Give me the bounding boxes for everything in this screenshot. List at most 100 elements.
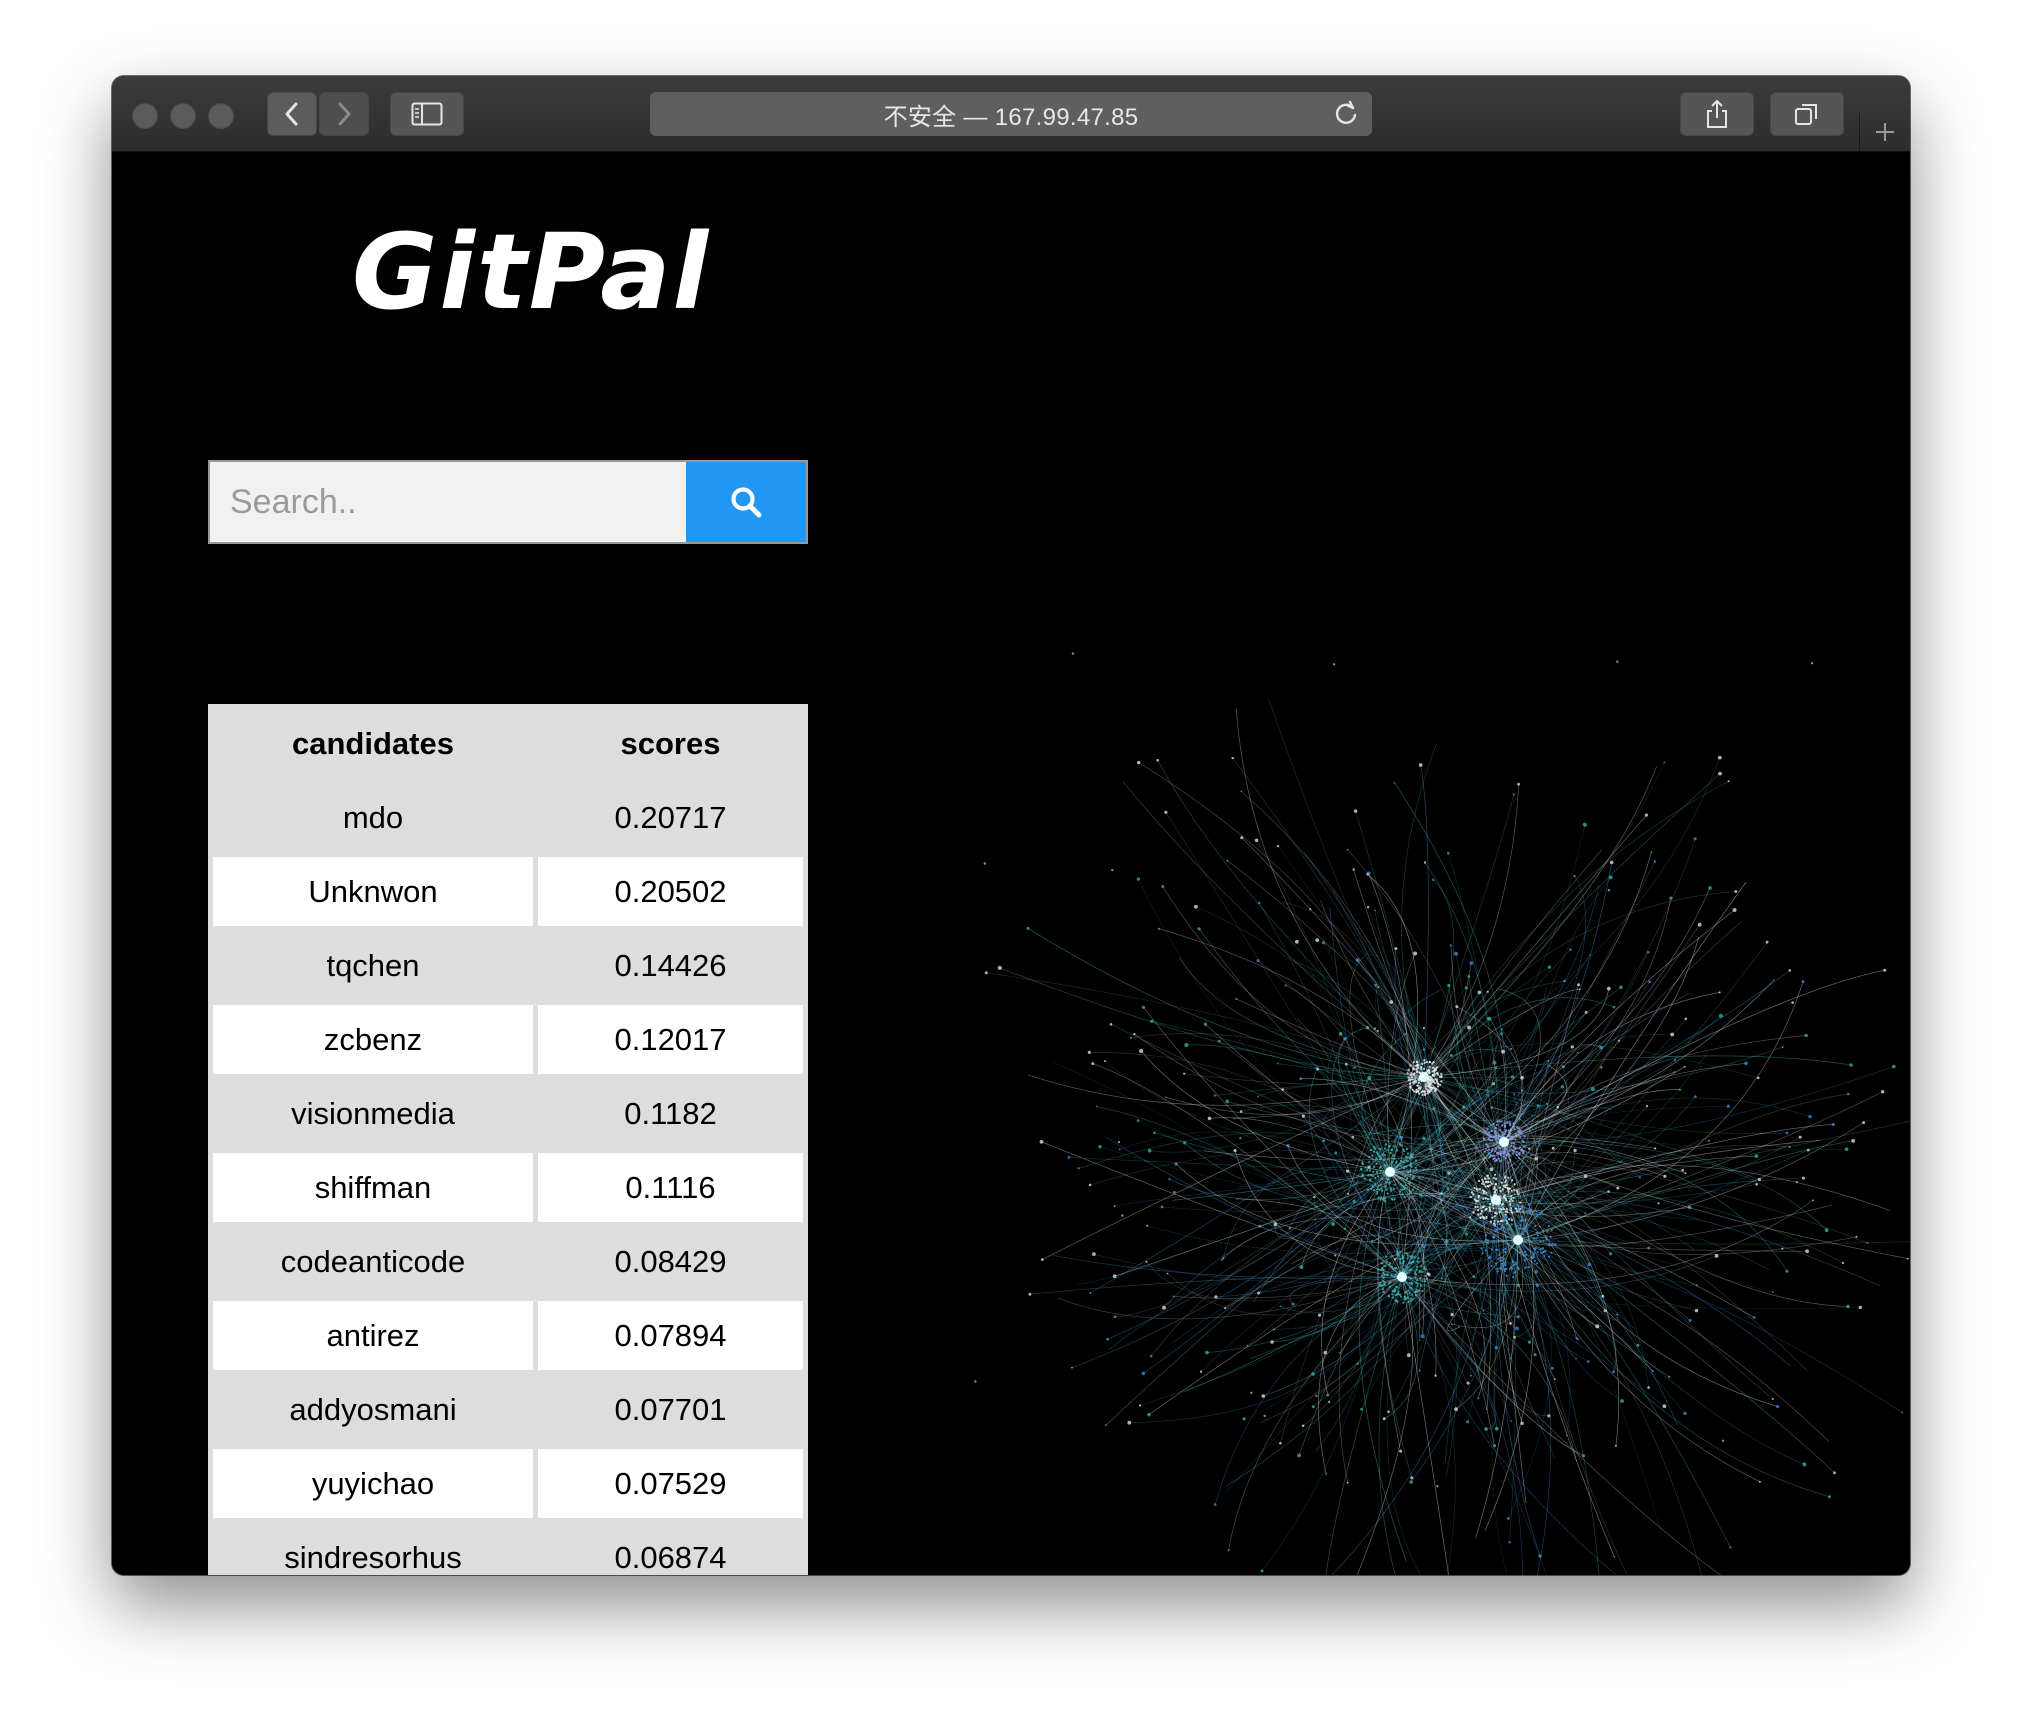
graph-node (1527, 1238, 1530, 1241)
zoom-window-button[interactable] (208, 103, 234, 129)
graph-node (1224, 1307, 1227, 1310)
graph-node (1504, 1219, 1507, 1222)
candidate-cell: codeanticode (213, 1227, 533, 1296)
graph-node (1370, 1187, 1373, 1190)
graph-node (1109, 1023, 1113, 1026)
graph-node (1408, 1182, 1411, 1185)
graph-node (1411, 1067, 1415, 1070)
graph-node (1432, 1066, 1435, 1069)
graph-node (1424, 1274, 1427, 1278)
graph-node (1412, 1082, 1415, 1085)
score-cell: 0.08429 (538, 1227, 803, 1296)
graph-node (1496, 1120, 1499, 1123)
graph-node (1487, 1138, 1490, 1141)
table-row: visionmedia 0.1182 (213, 1079, 803, 1148)
graph-node (1184, 1043, 1189, 1047)
graph-node (1519, 1201, 1522, 1204)
graph-node (1373, 1145, 1376, 1149)
graph-node (1490, 1248, 1494, 1251)
graph-node (1541, 1247, 1544, 1250)
back-button[interactable] (267, 92, 317, 136)
graph-node (1136, 877, 1141, 881)
graph-node (1534, 1247, 1537, 1250)
graph-node (1532, 1254, 1535, 1257)
graph-node (1433, 1068, 1436, 1071)
graph-node (1524, 1240, 1527, 1244)
graph-node (1807, 1148, 1810, 1152)
graph-node (1801, 1176, 1805, 1180)
graph-node (1323, 1350, 1328, 1355)
graph-node (1517, 1267, 1520, 1270)
graph-node (1515, 1125, 1519, 1129)
graph-node (1505, 1221, 1508, 1224)
graph-node (1532, 1237, 1535, 1240)
graph-node (1429, 1089, 1432, 1092)
graph-edge (1143, 1007, 1403, 1278)
forward-button[interactable] (319, 92, 369, 136)
graph-node (1535, 1231, 1538, 1234)
graph-node (1316, 1068, 1319, 1071)
graph-node (1718, 771, 1722, 776)
graph-node (1346, 848, 1349, 851)
graph-node (1407, 1276, 1410, 1279)
graph-node (1804, 1033, 1808, 1038)
search-input[interactable] (208, 460, 686, 544)
graph-node (1381, 1274, 1384, 1277)
graph-node (1366, 906, 1370, 909)
graph-node (1681, 1168, 1684, 1172)
graph-node (1160, 1205, 1164, 1209)
graph-node (1388, 1145, 1391, 1148)
graph-node (1522, 1219, 1525, 1222)
graph-node (1510, 1267, 1514, 1270)
table-header-row: candidates scores (213, 709, 803, 778)
graph-node (1493, 1176, 1496, 1179)
close-window-button[interactable] (132, 103, 158, 129)
sidebar-button[interactable] (390, 92, 464, 136)
graph-node (1402, 1301, 1405, 1304)
graph-node (1636, 1343, 1640, 1347)
graph-node (1519, 1219, 1523, 1222)
graph-hub-node (1419, 1072, 1429, 1082)
graph-node (1381, 1177, 1384, 1181)
graph-node (1418, 1369, 1421, 1372)
graph-node (1757, 1177, 1761, 1182)
graph-node (1536, 1251, 1539, 1254)
graph-node (1486, 1127, 1489, 1131)
column-header-scores: scores (538, 709, 803, 778)
graph-node (1776, 1405, 1780, 1409)
graph-node (1519, 1224, 1522, 1227)
graph-node (1489, 1220, 1493, 1223)
graph-node (1481, 1252, 1484, 1255)
graph-node (1440, 1076, 1443, 1079)
graph-node (1087, 1050, 1091, 1054)
graph-node (1534, 1209, 1537, 1212)
new-tab-button[interactable] (1859, 113, 1910, 151)
graph-node (1088, 1183, 1092, 1187)
network-graph[interactable] (912, 572, 1910, 1575)
minimize-window-button[interactable] (170, 103, 196, 129)
graph-edge (1378, 1276, 1403, 1575)
tabs-overview-button[interactable] (1770, 92, 1844, 136)
graph-node (1476, 1205, 1479, 1208)
graph-node (1419, 1339, 1421, 1342)
graph-node (1765, 940, 1769, 944)
graph-node (1418, 1193, 1423, 1197)
graph-node (1582, 822, 1587, 827)
graph-node (1369, 1179, 1372, 1182)
graph-node (1428, 1071, 1431, 1074)
graph-node (1322, 941, 1326, 945)
graph-node (1473, 1186, 1476, 1190)
graph-node (1385, 1181, 1388, 1184)
graph-node (1482, 1309, 1485, 1312)
address-bar[interactable]: 不安全 — 167.99.47.85 (650, 92, 1372, 136)
graph-node (1494, 1130, 1497, 1133)
reload-icon[interactable] (1332, 100, 1360, 128)
graph-node (1509, 1128, 1512, 1131)
graph-node (1240, 836, 1244, 840)
graph-node (1127, 1420, 1132, 1425)
graph-node (1606, 986, 1611, 991)
graph-node (1772, 1291, 1774, 1294)
graph-node (1483, 1150, 1486, 1153)
search-button[interactable] (686, 460, 808, 544)
share-button[interactable] (1680, 92, 1754, 136)
